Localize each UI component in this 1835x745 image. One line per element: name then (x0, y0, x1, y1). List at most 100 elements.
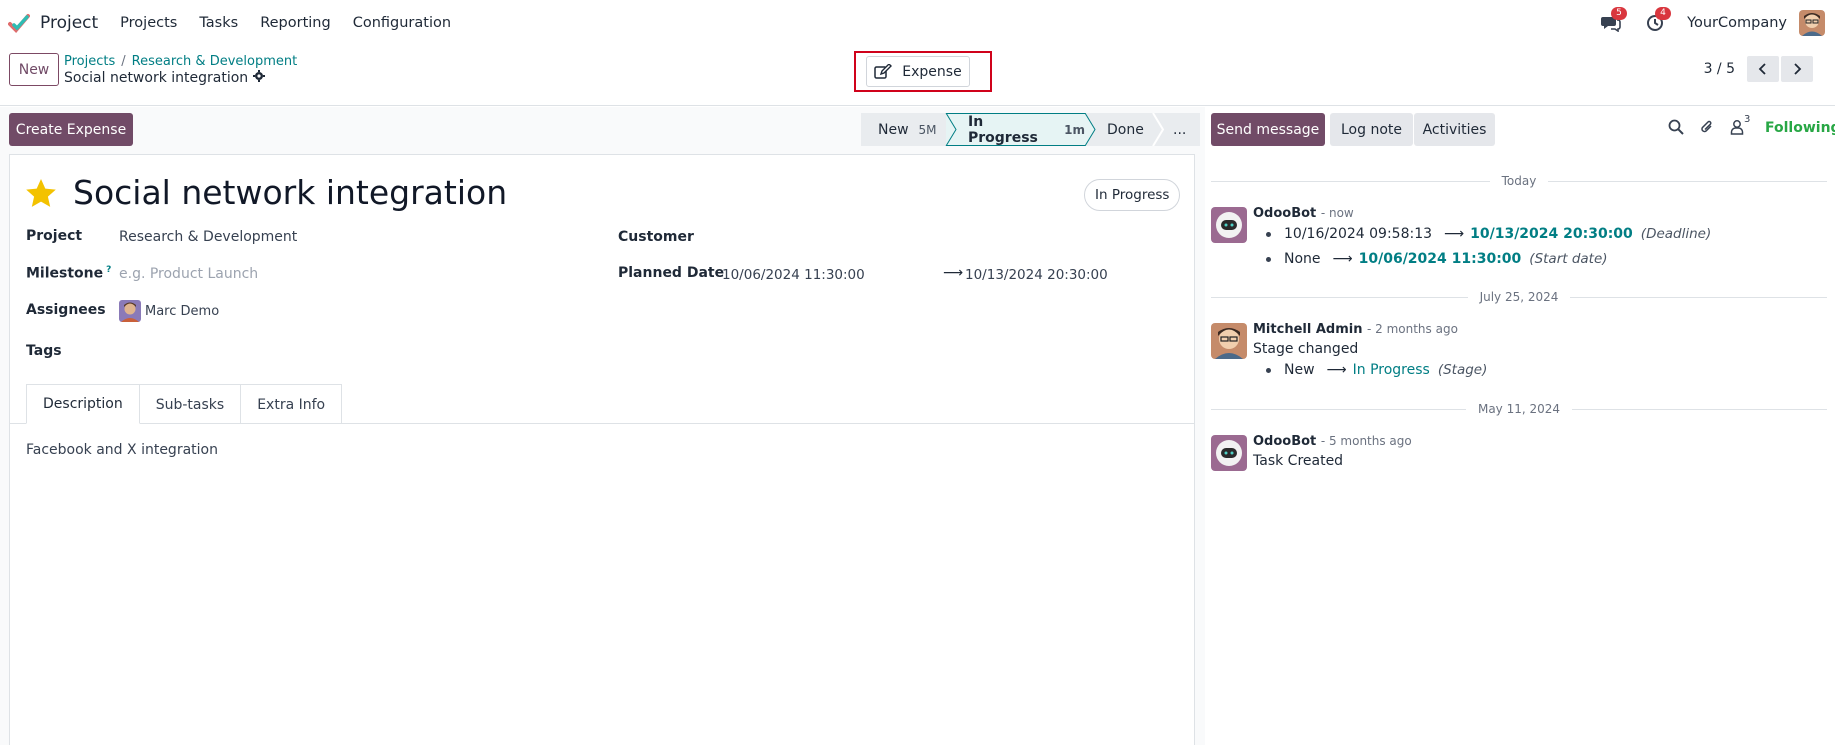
new-record-button[interactable]: New (9, 53, 59, 86)
new-value: 10/13/2024 20:30:00 (1470, 226, 1633, 242)
breadcrumb: Projects / Research & Development (64, 54, 297, 69)
breadcrumb-projects[interactable]: Projects (64, 54, 115, 69)
date-separator: Today (1211, 173, 1827, 189)
search-icon[interactable] (1668, 119, 1684, 135)
milestone-label-text: Milestone (26, 265, 104, 282)
chatter-panel (1205, 107, 1835, 745)
description-editor[interactable]: Facebook and X integration (26, 442, 218, 458)
avatar[interactable] (1211, 323, 1247, 359)
bullet (1266, 256, 1271, 262)
old-value: 10/16/2024 09:58:13 (1284, 226, 1433, 242)
company-switcher[interactable]: YourCompany (1687, 15, 1787, 31)
message-body: Stage changed (1253, 341, 1359, 357)
current-record: Social network integration (64, 70, 266, 86)
date-separator: May 11, 2024 (1211, 401, 1827, 417)
author-name[interactable]: OdooBot (1253, 206, 1316, 221)
send-message-button[interactable]: Send message (1211, 113, 1325, 146)
milestone-label: Milestone? (26, 265, 111, 282)
stage-in-progress[interactable]: In Progress 1m (946, 113, 1085, 146)
tab-description[interactable]: Description (26, 384, 140, 424)
milestone-field[interactable]: e.g. Product Launch (119, 266, 258, 282)
gear-icon[interactable] (253, 70, 266, 86)
record-name: Social network integration (64, 70, 249, 86)
star-icon[interactable] (25, 178, 57, 213)
customer-label: Customer (618, 229, 694, 245)
stage-duration: 1m (1064, 122, 1085, 137)
assignees-label: Assignees (26, 302, 106, 318)
tab-extra-info[interactable]: Extra Info (241, 384, 343, 424)
pager-previous-button[interactable] (1747, 56, 1779, 82)
messages-menu[interactable]: 5 (1599, 7, 1627, 35)
old-value: None (1284, 251, 1321, 267)
user-avatar[interactable] (1799, 10, 1825, 36)
task-state-button[interactable]: In Progress (1084, 179, 1181, 211)
planned-end-field[interactable]: 10/13/2024 20:30:00 (965, 267, 1108, 283)
pager-next-button[interactable] (1781, 56, 1813, 82)
tracking-value-deadline: 10/16/2024 09:58:13 ⟶ 10/13/2024 20:30:0… (1266, 226, 1711, 242)
task-title[interactable]: Social network integration (73, 173, 507, 212)
activities-badge: 4 (1655, 7, 1671, 20)
planned-date-label: Planned Date (618, 265, 725, 281)
avatar[interactable] (1211, 207, 1247, 243)
stage-label: In Progress (968, 113, 1038, 146)
messages-badge: 5 (1611, 7, 1627, 20)
planned-start-field[interactable]: 10/06/2024 11:30:00 (722, 267, 865, 283)
avatar[interactable] (1211, 435, 1247, 471)
stage-more[interactable]: ... (1153, 113, 1200, 146)
help-icon[interactable]: ? (106, 265, 111, 275)
paperclip-icon[interactable] (1700, 119, 1714, 135)
tracking-value-start-date: None ⟶ 10/06/2024 11:30:00 (Start date) (1266, 251, 1608, 267)
date-separator-label: May 11, 2024 (1477, 402, 1561, 416)
pager: 3 / 5 (1704, 56, 1813, 82)
tracked-field: (Stage) (1437, 362, 1488, 378)
pager-value[interactable]: 3 / 5 (1704, 61, 1735, 77)
message-time: - now (1320, 206, 1354, 220)
expense-label: Expense (902, 63, 962, 80)
create-expense-button[interactable]: Create Expense (9, 113, 133, 146)
activities-menu[interactable]: 4 (1643, 7, 1671, 35)
tracked-field: (Deadline) (1640, 226, 1712, 242)
stage-label: ... (1173, 121, 1187, 138)
user-icon (1730, 120, 1744, 135)
new-value: 10/06/2024 11:30:00 (1358, 251, 1522, 267)
message-author: OdooBot - 5 months ago (1253, 434, 1412, 449)
log-note-button[interactable]: Log note (1330, 113, 1413, 146)
activities-button[interactable]: Activities (1414, 113, 1495, 146)
project-app-icon (8, 12, 30, 34)
message-author: OdooBot - now (1253, 206, 1354, 221)
message-time: - 2 months ago (1366, 322, 1458, 336)
author-name[interactable]: Mitchell Admin (1253, 322, 1362, 337)
top-navbar: Project Projects Tasks Reporting Configu… (0, 0, 1835, 46)
followers-count: 3 (1744, 114, 1751, 125)
tags-label: Tags (26, 343, 62, 359)
arrow-right-icon: ⟶ (1326, 362, 1347, 378)
control-panel: New Projects / Research & Development Soci… (0, 46, 1835, 106)
menu-reporting[interactable]: Reporting (260, 15, 331, 31)
stage-statusbar: New 5M In Progress 1m Done ... (861, 113, 1200, 146)
project-field[interactable]: Research & Development (119, 229, 297, 245)
app-brand[interactable]: Project (8, 12, 120, 34)
menu-tasks[interactable]: Tasks (199, 15, 238, 31)
following-button[interactable]: Following (1765, 120, 1835, 136)
tab-divider (10, 423, 1195, 424)
app-name: Project (40, 13, 99, 33)
author-name[interactable]: OdooBot (1253, 434, 1316, 449)
breadcrumb-research-development[interactable]: Research & Development (132, 54, 298, 69)
stage-new[interactable]: New 5M (861, 113, 946, 146)
stage-label: Done (1107, 121, 1144, 138)
stage-done[interactable]: Done (1085, 113, 1153, 146)
expense-smart-button[interactable]: Expense (866, 56, 970, 87)
date-separator-label: Today (1501, 174, 1537, 188)
tab-sub-tasks[interactable]: Sub-tasks (139, 384, 242, 424)
assignee-tag[interactable]: Marc Demo (119, 300, 219, 322)
menu-projects[interactable]: Projects (120, 15, 177, 31)
arrow-right-icon: ⟶ (1332, 251, 1353, 267)
message-time: - 5 months ago (1320, 434, 1412, 448)
chevron-left-icon (1758, 63, 1766, 75)
menu-configuration[interactable]: Configuration (353, 15, 451, 31)
date-separator: July 25, 2024 (1211, 289, 1827, 305)
tracking-value-stage: New ⟶ In Progress (Stage) (1266, 362, 1487, 378)
arrow-right-icon: ⟶ (1444, 226, 1465, 242)
followers-button[interactable]: 3 (1730, 114, 1750, 135)
bullet (1266, 367, 1271, 373)
